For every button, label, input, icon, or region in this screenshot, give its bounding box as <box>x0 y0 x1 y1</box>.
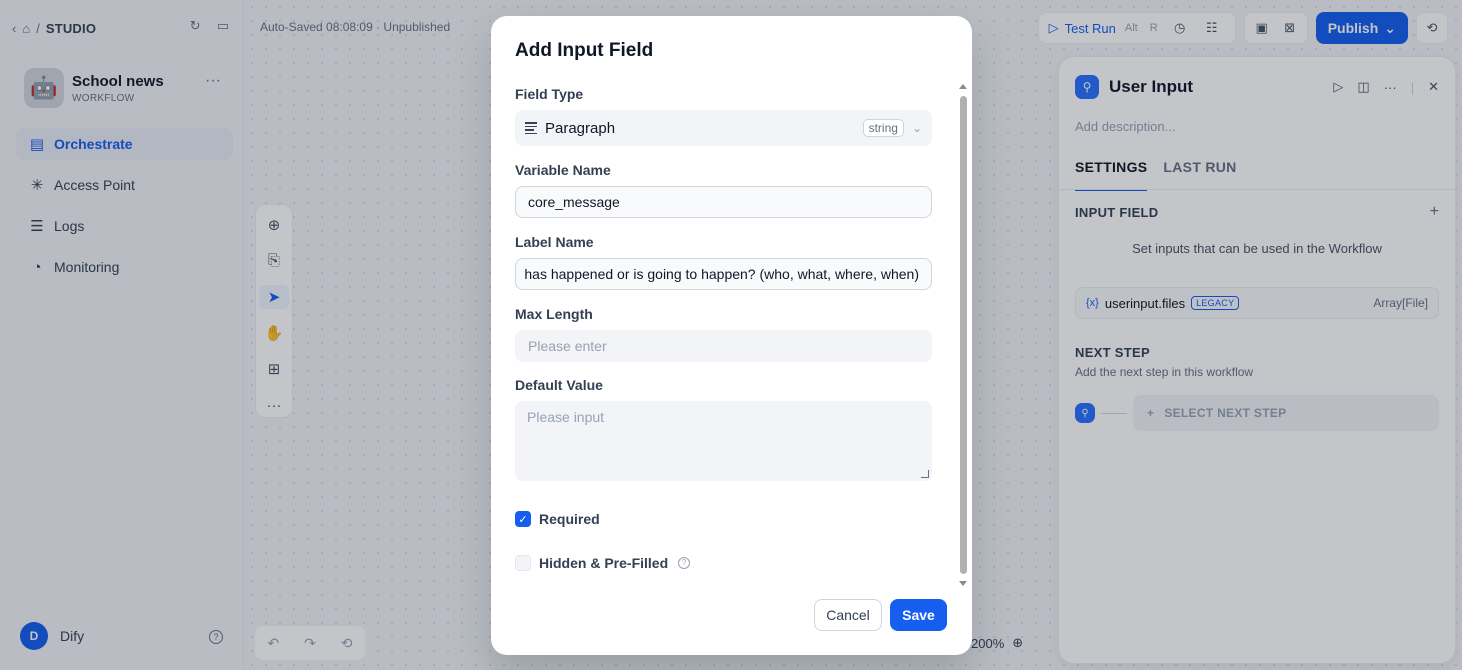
label-name-label: Label Name <box>515 234 594 250</box>
field-type-value: Paragraph <box>545 119 616 137</box>
field-type-select[interactable]: Paragraph string ⌄ <box>515 110 932 146</box>
label-name-input[interactable]: has happened or is going to happen? (who… <box>515 258 932 290</box>
dialog-scrollbar[interactable] <box>959 80 967 588</box>
required-checkbox-row[interactable]: ✓ Required <box>515 511 600 527</box>
variable-name-input[interactable]: core_message <box>515 186 932 218</box>
chevron-down-icon: ⌄ <box>911 121 922 135</box>
scroll-up-icon[interactable] <box>959 84 967 89</box>
scroll-down-icon[interactable] <box>959 581 967 586</box>
required-label: Required <box>539 511 600 527</box>
max-length-input[interactable]: Please enter <box>515 330 932 362</box>
hidden-prefilled-checkbox-row[interactable]: Hidden & Pre-Filled ? <box>515 555 691 571</box>
variable-name-label: Variable Name <box>515 162 611 178</box>
field-type-label: Field Type <box>515 86 584 102</box>
paragraph-icon <box>525 122 537 134</box>
dialog-title: Add Input Field <box>515 40 654 61</box>
add-input-field-dialog: Add Input Field Field Type Paragraph str… <box>491 16 972 655</box>
field-type-tag: string <box>862 119 904 137</box>
hidden-prefilled-checkbox[interactable] <box>515 555 531 571</box>
default-value-placeholder: Please input <box>527 409 605 425</box>
default-value-label: Default Value <box>515 377 603 393</box>
scroll-thumb[interactable] <box>960 96 967 574</box>
save-button[interactable]: Save <box>890 599 947 631</box>
required-checkbox[interactable]: ✓ <box>515 511 531 527</box>
default-value-textarea[interactable]: Please input <box>515 401 932 481</box>
max-length-label: Max Length <box>515 306 593 322</box>
hidden-prefilled-label: Hidden & Pre-Filled <box>539 555 669 571</box>
info-icon[interactable]: ? <box>678 557 691 569</box>
resize-handle-icon[interactable] <box>921 470 929 478</box>
cancel-button[interactable]: Cancel <box>814 599 882 631</box>
